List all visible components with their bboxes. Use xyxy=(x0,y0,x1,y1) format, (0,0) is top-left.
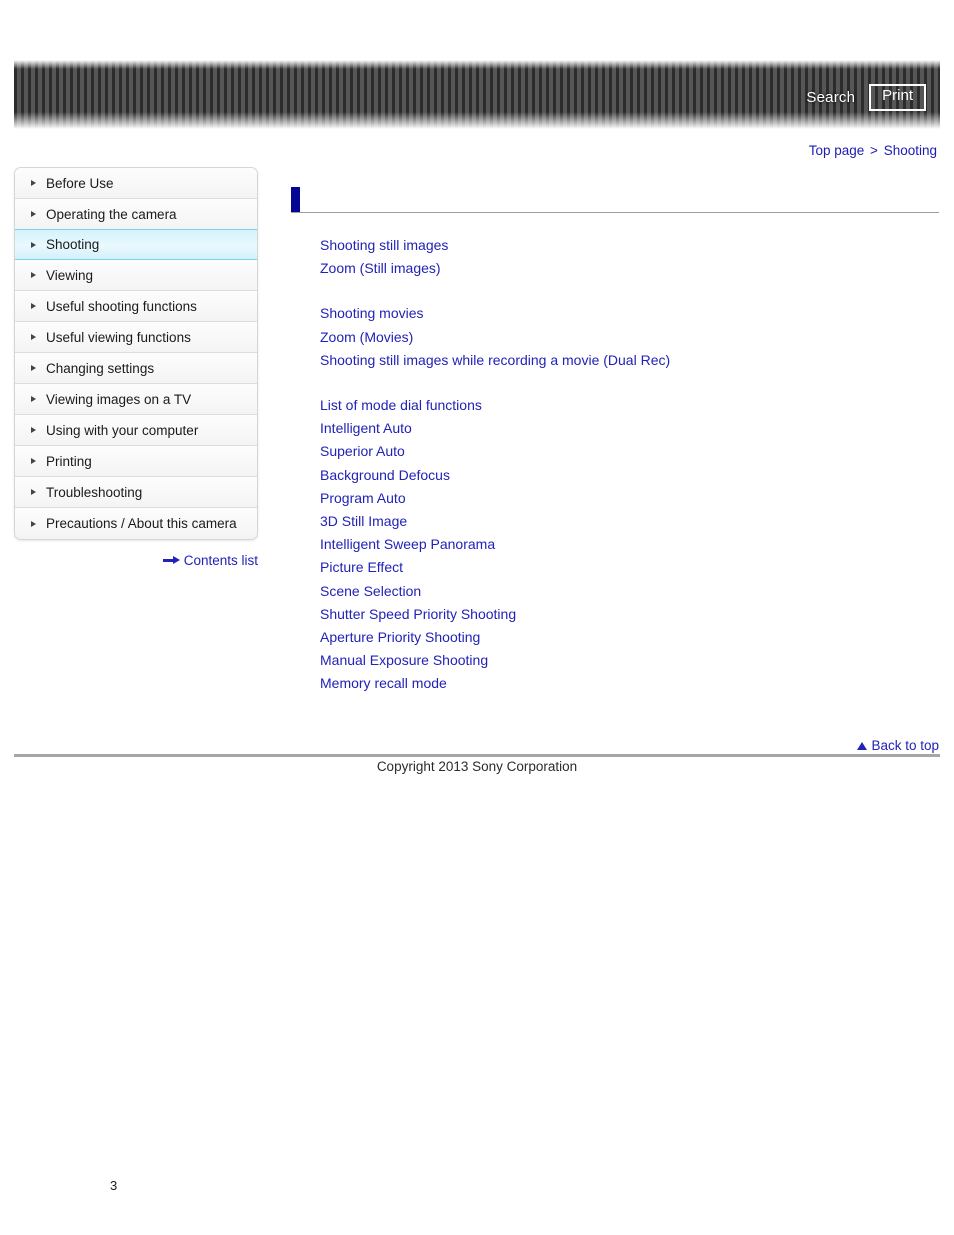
content-link[interactable]: Shooting still images while recording a … xyxy=(320,349,939,372)
content-link[interactable]: Zoom (Still images) xyxy=(320,257,939,280)
content-link[interactable]: Memory recall mode xyxy=(320,672,939,695)
contents-list-link[interactable]: Contents list xyxy=(184,553,258,568)
content-link[interactable]: List of mode dial functions xyxy=(320,394,939,417)
triangle-right-icon xyxy=(31,303,36,309)
sidebar-item-label: Viewing xyxy=(46,267,94,283)
sidebar-item-label: Useful shooting functions xyxy=(46,298,197,314)
header-tools: Search Print xyxy=(806,84,926,111)
sidebar-item-useful-shooting-functions[interactable]: Useful shooting functions xyxy=(15,291,257,322)
sidebar-item-label: Operating the camera xyxy=(46,206,177,222)
sidebar-item-label: Changing settings xyxy=(46,360,155,376)
sidebar-item-label: Precautions / About this camera xyxy=(46,516,237,531)
sidebar-item-precautions-about-this-camera[interactable]: Precautions / About this camera xyxy=(15,508,257,539)
sidebar-item-operating-the-camera[interactable]: Operating the camera xyxy=(15,199,257,230)
triangle-right-icon xyxy=(31,520,36,527)
triangle-right-icon xyxy=(31,427,36,433)
link-group: List of mode dial functions Intelligent A… xyxy=(320,394,939,696)
content-link[interactable]: Zoom (Movies) xyxy=(320,326,939,349)
footer-divider xyxy=(14,754,940,757)
content-link[interactable]: Picture Effect xyxy=(320,556,939,579)
sidebar-item-printing[interactable]: Printing xyxy=(15,446,257,477)
content-link[interactable]: Superior Auto xyxy=(320,440,939,463)
content-link[interactable]: Aperture Priority Shooting xyxy=(320,626,939,649)
breadcrumb-top-page-link[interactable]: Top page xyxy=(809,143,865,158)
breadcrumb-separator: > xyxy=(870,143,878,158)
print-button[interactable]: Print xyxy=(869,84,926,111)
triangle-up-icon xyxy=(857,741,868,750)
triangle-right-icon xyxy=(31,272,36,278)
triangle-right-icon xyxy=(31,241,36,248)
sidebar-item-viewing-images-on-a-tv[interactable]: Viewing images on a TV xyxy=(15,384,257,415)
triangle-right-icon xyxy=(31,396,36,402)
main-content: Shooting still images Zoom (Still images)… xyxy=(291,185,939,696)
triangle-right-icon xyxy=(31,211,36,217)
sidebar-item-troubleshooting[interactable]: Troubleshooting xyxy=(15,477,257,508)
sidebar-item-label: Using with your computer xyxy=(46,422,199,438)
arrow-right-icon xyxy=(162,556,180,565)
sidebar-item-label: Printing xyxy=(46,453,92,469)
triangle-right-icon xyxy=(31,334,36,340)
copyright-text: Copyright 2013 Sony Corporation xyxy=(376,759,578,774)
content-link[interactable]: Intelligent Auto xyxy=(320,417,939,440)
triangle-right-icon xyxy=(31,489,36,495)
back-to-top-link[interactable]: Back to top xyxy=(871,738,939,753)
link-groups: Shooting still images Zoom (Still images)… xyxy=(291,213,939,696)
sidebar-item-changing-settings[interactable]: Changing settings xyxy=(15,353,257,384)
content-link[interactable]: Shooting movies xyxy=(320,302,939,325)
link-group: Shooting movies Zoom (Movies) Shooting sti… xyxy=(320,302,939,372)
sidebar-item-label: Before Use xyxy=(46,175,114,191)
content-link[interactable]: Intelligent Sweep Panorama xyxy=(320,533,939,556)
sidebar-item-label: Troubleshooting xyxy=(46,484,143,500)
triangle-right-icon xyxy=(31,365,36,371)
header-banner: Search Print xyxy=(14,60,940,129)
sidebar-item-viewing[interactable]: Viewing xyxy=(15,260,257,291)
triangle-right-icon xyxy=(31,458,36,464)
sidebar-item-shooting[interactable]: Shooting xyxy=(15,229,257,260)
content-link[interactable]: Background Defocus xyxy=(320,464,939,487)
link-group: Shooting still images Zoom (Still images) xyxy=(320,234,939,280)
sidebar-item-useful-viewing-functions[interactable]: Useful viewing functions xyxy=(15,322,257,353)
sidebar-item-label: Shooting xyxy=(46,237,100,252)
page-title-row xyxy=(291,185,939,213)
sidebar-item-label: Viewing images on a TV xyxy=(46,391,192,407)
search-link[interactable]: Search xyxy=(806,89,855,106)
breadcrumb: Top page > Shooting xyxy=(809,143,937,158)
breadcrumb-current-link[interactable]: Shooting xyxy=(884,143,937,158)
sidebar-item-using-with-your-computer[interactable]: Using with your computer xyxy=(15,415,257,446)
content-link[interactable]: Manual Exposure Shooting xyxy=(320,649,939,672)
page-title-marker xyxy=(291,187,300,212)
content-link[interactable]: Shutter Speed Priority Shooting xyxy=(320,603,939,626)
content-link[interactable]: Scene Selection xyxy=(320,580,939,603)
content-link[interactable]: 3D Still Image xyxy=(320,510,939,533)
sidebar-item-before-use[interactable]: Before Use xyxy=(15,168,257,199)
page-title xyxy=(300,211,309,212)
sidebar-navigation: Before Use Operating the camera Shooting Vi… xyxy=(14,167,258,540)
page-number: 3 xyxy=(110,1178,118,1193)
contents-list-row: Contents list xyxy=(14,553,258,568)
content-link[interactable]: Program Auto xyxy=(320,487,939,510)
triangle-right-icon xyxy=(31,180,36,186)
content-link[interactable]: Shooting still images xyxy=(320,234,939,257)
sidebar-item-label: Useful viewing functions xyxy=(46,329,191,345)
back-to-top-row: Back to top xyxy=(291,738,939,753)
